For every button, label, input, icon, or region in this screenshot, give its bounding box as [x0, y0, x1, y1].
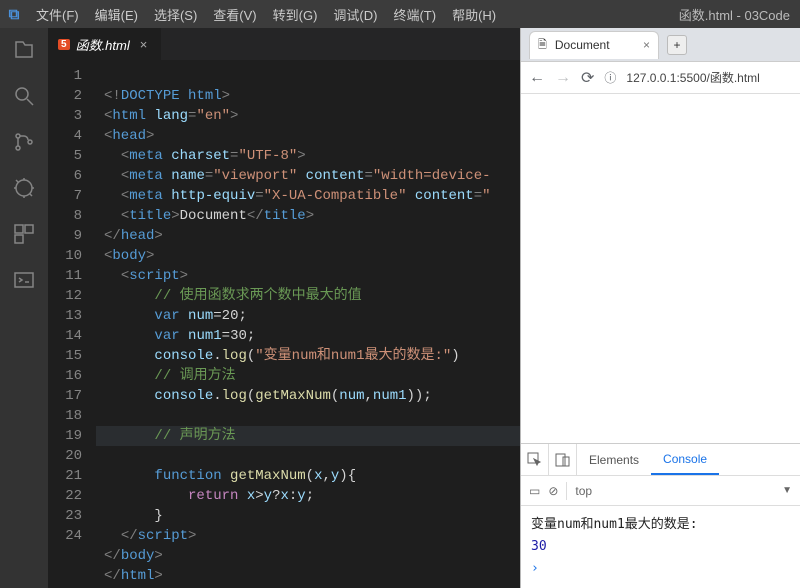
devtools-tabs: Elements Console: [521, 444, 800, 476]
scm-icon[interactable]: [10, 128, 38, 156]
browser-window: 🗎 Document × + ← → ⟳ ⓘ 127.0.0.1:5500/函数…: [520, 28, 800, 588]
terminal-panel-icon[interactable]: [10, 266, 38, 294]
html5-icon: 5: [58, 39, 70, 50]
console-sidebar-toggle-icon[interactable]: ▭: [529, 484, 540, 498]
back-icon[interactable]: ←: [529, 69, 545, 87]
menu-goto[interactable]: 转到(G): [265, 1, 326, 28]
forward-icon[interactable]: →: [555, 69, 571, 87]
browser-tab-strip: 🗎 Document × +: [521, 28, 800, 62]
devtools-tab-elements[interactable]: Elements: [577, 444, 651, 475]
extensions-icon[interactable]: [10, 220, 38, 248]
browser-tab[interactable]: 🗎 Document ×: [529, 31, 659, 59]
clear-console-icon[interactable]: ⊘: [548, 484, 558, 498]
app-logo-icon: ⧉: [0, 6, 28, 23]
debug-icon[interactable]: [10, 174, 38, 202]
console-output: 变量num和num1最大的数是: 30 ›: [521, 506, 800, 588]
titlebar: ⧉ 文件(F) 编辑(E) 选择(S) 查看(V) 转到(G) 调试(D) 终端…: [0, 0, 800, 28]
toggle-device-icon[interactable]: [549, 444, 577, 475]
devtools: Elements Console ▭ ⊘ top ▼ 变量num和num1最大的…: [521, 443, 800, 588]
tab-close-icon[interactable]: ×: [136, 37, 152, 52]
menu-debug[interactable]: 调试(D): [325, 1, 385, 28]
reload-icon[interactable]: ⟳: [581, 68, 594, 88]
browser-address-bar: ← → ⟳ ⓘ 127.0.0.1:5500/函数.html: [521, 62, 800, 94]
browser-viewport: [521, 94, 800, 443]
line-number-gutter: 123456789101112131415161718192021222324: [48, 60, 96, 588]
tab-filename: 函数.html: [76, 35, 130, 54]
menu-select[interactable]: 选择(S): [146, 1, 205, 28]
document-icon: 🗎: [538, 36, 547, 55]
console-context[interactable]: top: [575, 484, 774, 498]
chevron-down-icon[interactable]: ▼: [782, 485, 792, 496]
window-title: 函数.html - 03Code: [504, 5, 800, 24]
menu-file[interactable]: 文件(F): [28, 1, 87, 28]
menu-help[interactable]: 帮助(H): [444, 1, 504, 28]
menu-view[interactable]: 查看(V): [205, 1, 264, 28]
url-text[interactable]: 127.0.0.1:5500/函数.html: [626, 69, 792, 86]
inspect-element-icon[interactable]: [521, 444, 549, 475]
tab-current-file[interactable]: 5 函数.html ×: [48, 28, 161, 60]
explorer-icon[interactable]: [10, 36, 38, 64]
browser-tab-title: Document: [555, 38, 610, 52]
menu-edit[interactable]: 编辑(E): [87, 1, 146, 28]
browser-tab-close-icon[interactable]: ×: [643, 38, 650, 52]
devtools-tab-console[interactable]: Console: [651, 444, 719, 475]
search-icon[interactable]: [10, 82, 38, 110]
console-log-line: 30: [531, 536, 790, 558]
console-prompt[interactable]: ›: [531, 558, 790, 580]
menu-bar: 文件(F) 编辑(E) 选择(S) 查看(V) 转到(G) 调试(D) 终端(T…: [28, 1, 504, 28]
browser-new-tab-button[interactable]: +: [667, 35, 687, 55]
activity-bar: [0, 28, 48, 588]
console-log-line: 变量num和num1最大的数是:: [531, 514, 790, 536]
devtools-console-toolbar: ▭ ⊘ top ▼: [521, 476, 800, 506]
info-icon[interactable]: ⓘ: [604, 69, 616, 86]
menu-terminal[interactable]: 终端(T): [385, 1, 444, 28]
